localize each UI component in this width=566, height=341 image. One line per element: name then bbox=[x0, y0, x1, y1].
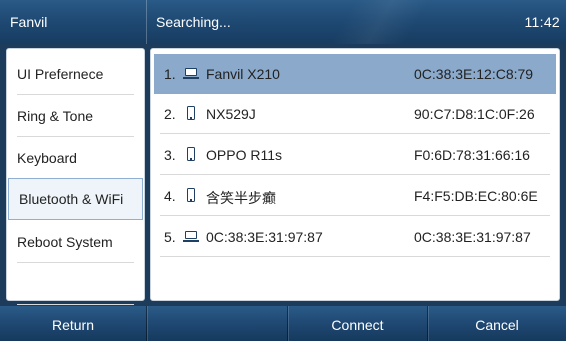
menu-item-empty bbox=[7, 263, 144, 305]
status-bar: Fanvil Searching... 11:42 bbox=[0, 0, 566, 44]
device-row[interactable]: 4. 含笑半步癫 F4:F5:DB:EC:80:6E bbox=[154, 176, 556, 216]
device-index: 2. bbox=[164, 106, 176, 122]
menu-item-label: Keyboard bbox=[17, 150, 77, 166]
device-index: 5. bbox=[164, 229, 176, 245]
menu-item-bluetooth-wifi[interactable]: Bluetooth & WiFi bbox=[8, 178, 143, 220]
device-name: NX529J bbox=[206, 106, 256, 122]
device-name: 含笑半步癫 bbox=[206, 191, 276, 207]
device-row[interactable]: 5. 0C:38:3E:31:97:87 0C:38:3E:31:97:87 bbox=[154, 217, 556, 257]
divider bbox=[160, 174, 550, 175]
search-status: Searching... bbox=[156, 14, 231, 30]
phone-icon bbox=[183, 106, 199, 122]
settings-menu: UI Prefernece Ring & Tone Keyboard Bluet… bbox=[6, 48, 145, 305]
softkey-bar: Return Connect Cancel bbox=[0, 306, 566, 341]
return-button[interactable]: Return bbox=[0, 306, 146, 341]
softkey-empty[interactable] bbox=[147, 306, 287, 341]
clock: 11:42 bbox=[524, 14, 560, 30]
bluetooth-device-list: 1. Fanvil X210 0C:38:3E:12:C8:79 2. NX52… bbox=[150, 48, 560, 301]
connect-button[interactable]: Connect bbox=[288, 306, 427, 341]
device-row[interactable]: 1. Fanvil X210 0C:38:3E:12:C8:79 bbox=[154, 54, 556, 94]
device-mac: 0C:38:3E:31:97:87 bbox=[414, 229, 531, 245]
divider bbox=[160, 215, 550, 216]
device-row[interactable]: 2. NX529J 90:C7:D8:1C:0F:26 bbox=[154, 94, 556, 134]
device-mac: 0C:38:3E:12:C8:79 bbox=[414, 66, 534, 82]
phone-icon bbox=[183, 147, 199, 163]
device-name: 0C:38:3E:31:97:87 bbox=[206, 229, 323, 245]
device-index: 1. bbox=[164, 66, 176, 82]
menu-item-label: Bluetooth & WiFi bbox=[19, 191, 124, 207]
divider bbox=[160, 133, 550, 134]
menu-item-label: Ring & Tone bbox=[17, 108, 94, 124]
device-mac: F0:6D:78:31:66:16 bbox=[414, 147, 530, 163]
device-mac: 90:C7:D8:1C:0F:26 bbox=[414, 106, 535, 122]
divider bbox=[17, 304, 134, 305]
header-decoration bbox=[300, 0, 460, 44]
phone-icon bbox=[183, 188, 199, 204]
device-name: OPPO R11s bbox=[206, 147, 282, 163]
cancel-button[interactable]: Cancel bbox=[428, 306, 566, 341]
menu-item-keyboard[interactable]: Keyboard bbox=[7, 137, 144, 179]
brand-label: Fanvil bbox=[10, 14, 48, 30]
device-index: 4. bbox=[164, 188, 176, 204]
laptop-icon bbox=[183, 229, 199, 245]
device-name: Fanvil X210 bbox=[206, 66, 280, 82]
device-mac: F4:F5:DB:EC:80:6E bbox=[414, 188, 538, 204]
device-index: 3. bbox=[164, 147, 176, 163]
menu-item-label: Reboot System bbox=[17, 234, 113, 250]
menu-item-label: UI Prefernece bbox=[17, 66, 104, 82]
divider bbox=[160, 256, 550, 257]
menu-item-ring-tone[interactable]: Ring & Tone bbox=[7, 95, 144, 137]
menu-item-reboot-system[interactable]: Reboot System bbox=[7, 221, 144, 263]
laptop-icon bbox=[183, 66, 199, 82]
header-divider bbox=[146, 0, 147, 44]
menu-item-ui-preference[interactable]: UI Prefernece bbox=[7, 53, 144, 95]
device-row[interactable]: 3. OPPO R11s F0:6D:78:31:66:16 bbox=[154, 135, 556, 175]
